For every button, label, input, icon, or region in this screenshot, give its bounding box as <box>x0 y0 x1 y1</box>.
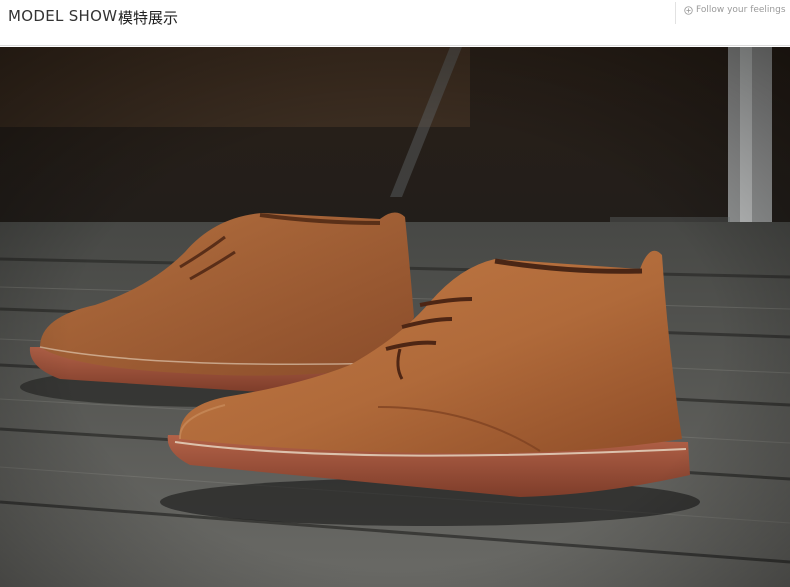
product-model-photo <box>0 47 790 587</box>
section-header: MODEL SHOW 模特展示 Follow your feelings <box>0 0 790 46</box>
follow-label: Follow your feelings <box>696 5 786 15</box>
circle-plus-icon <box>684 5 693 15</box>
section-title-english: MODEL SHOW <box>8 7 118 25</box>
section-title-chinese: 模特展示 <box>118 9 179 27</box>
follow-link[interactable]: Follow your feelings <box>684 5 786 15</box>
boots-photo-illustration <box>0 47 790 587</box>
header-divider <box>675 2 676 24</box>
